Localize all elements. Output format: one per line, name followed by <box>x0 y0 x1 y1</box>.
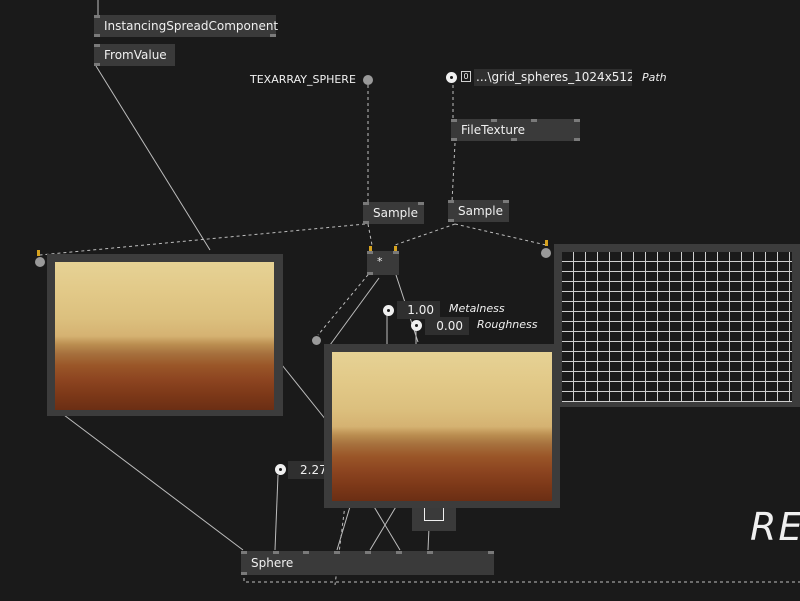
node-label: Sample <box>373 206 418 220</box>
wire-fromvalue-down <box>95 65 211 251</box>
sample-node-2[interactable]: Sample <box>448 200 509 222</box>
roughness-field[interactable]: 0.00 <box>425 317 469 335</box>
node-label: FileTexture <box>461 123 526 137</box>
metalness-pin[interactable] <box>383 305 394 316</box>
preview-2-pin[interactable] <box>312 336 321 345</box>
node-label: Sphere <box>251 556 294 570</box>
size-field[interactable]: 2.27 <box>288 461 328 479</box>
texture-preview-grid[interactable] <box>554 244 800 407</box>
node-label: FromValue <box>104 48 167 62</box>
texture-preview-1[interactable] <box>47 254 283 416</box>
roughness-label: Roughness <box>477 318 538 331</box>
wire-filetexture-to-sample <box>451 142 456 203</box>
renderer-title-text: RE <box>750 505 800 549</box>
sample-node-1[interactable]: Sample <box>363 202 424 224</box>
metalness-label: Metalness <box>449 302 505 315</box>
node-label: Sample <box>458 204 503 218</box>
path-label: Path <box>642 71 667 84</box>
path-value-field[interactable]: ...\grid_spheres_1024x512. <box>474 69 632 86</box>
wire-sample-to-preview1 <box>39 223 366 256</box>
texarray-sphere-label: TEXARRAY_SPHERE <box>250 73 356 86</box>
bracket-icon <box>424 506 444 521</box>
texture-preview-2[interactable] <box>324 344 560 508</box>
file-texture-node[interactable]: FileTexture <box>451 119 580 141</box>
sphere-node[interactable]: Sphere <box>241 551 494 575</box>
wire-preview-to-preview <box>281 364 331 426</box>
path-io-pin[interactable] <box>446 72 457 83</box>
wire-sample-to-preview3 <box>454 223 547 246</box>
node-label: InstancingSpreadComponent <box>104 19 279 33</box>
instancing-spread-component-node[interactable]: InstancingSpreadComponent <box>94 15 279 37</box>
wire-size-to-sphere <box>274 474 279 551</box>
wire-preview-to-sphere <box>63 414 244 551</box>
wire-mult-to-preview2 <box>329 277 380 346</box>
texarray-io-pin[interactable] <box>363 75 373 85</box>
size-pin[interactable] <box>275 464 286 475</box>
preview-1-pin[interactable] <box>35 257 45 267</box>
path-index-box[interactable]: 0 <box>461 71 471 82</box>
roughness-pin[interactable] <box>411 320 422 331</box>
node-label: * <box>377 255 383 268</box>
desert-image-1 <box>55 262 274 410</box>
desert-image-2 <box>332 352 552 501</box>
multiply-node[interactable]: * <box>367 246 399 275</box>
preview-3-pin[interactable] <box>541 248 551 258</box>
from-value-node[interactable]: FromValue <box>94 44 175 66</box>
grid-image <box>562 252 792 402</box>
